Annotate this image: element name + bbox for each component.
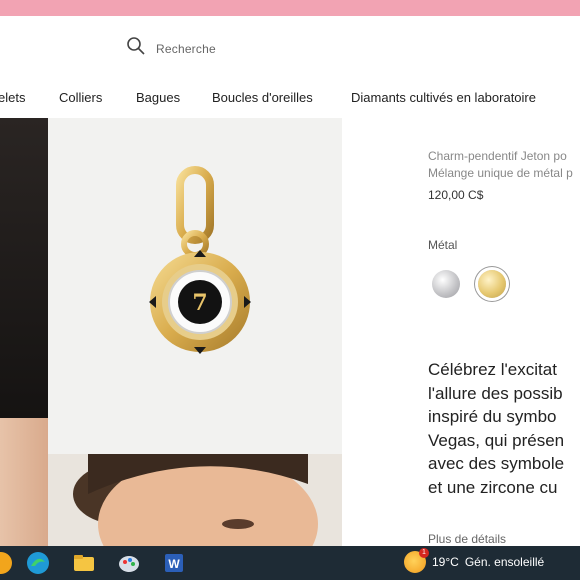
sun-icon: 1 [404,548,429,573]
nav-item-bracelets[interactable]: elets [0,90,25,105]
nav-item-colliers[interactable]: Colliers [59,90,102,105]
metal-swatch-silver[interactable] [432,270,460,298]
product-name-line2: Mélange unique de métal p [428,166,573,180]
site-header: Recherche [0,16,580,74]
file-explorer-icon[interactable] [71,550,97,576]
product-image-model[interactable] [48,454,342,546]
description-line: l'allure des possib [428,383,563,403]
description-line: inspiré du symbo [428,407,557,426]
top-promo-bar [0,0,580,16]
category-nav: elets Colliers Bagues Boucles d'oreilles… [0,84,580,112]
search-icon[interactable] [126,36,146,61]
description-line: avec des symbole [428,454,565,473]
charm-number: 7 [192,290,207,316]
product-name-line1: Charm-pendentif Jeton po [428,149,567,163]
description-line: Vegas, qui présen [428,430,565,450]
product-description: Célébrez l'excitat l'allure des possib i… [428,358,580,499]
metal-swatch-gold[interactable] [478,270,506,298]
windows-start-icon[interactable] [0,550,14,576]
product-price: 120,00 C$ [428,188,484,202]
model-hair [0,118,48,418]
edge-icon[interactable] [25,550,51,576]
weather-condition: Gén. ensoleillé [464,555,545,569]
weather-temp: 19°C [432,555,459,569]
charm-pendant-illustration: 7 [149,166,251,354]
description-line: et une zircone cu [428,477,558,497]
word-icon[interactable]: W [161,550,187,576]
nav-item-bagues[interactable]: Bagues [136,90,180,105]
notification-badge: 1 [419,548,429,558]
metal-label: Métal [428,238,458,252]
nav-item-boucles[interactable]: Boucles d'oreilles [212,90,313,105]
model-skin [0,418,48,546]
product-image-charm[interactable]: 7 [48,118,342,454]
search-box[interactable]: Recherche [126,36,216,61]
paint-icon[interactable] [116,550,142,576]
more-details-link[interactable]: Plus de détails [428,532,506,546]
model-photo-left [0,118,48,546]
product-details-panel: Charm-pendentif Jeton po Mélange unique … [428,118,580,546]
model-face-illustration [73,454,318,546]
svg-text:W: W [168,557,180,571]
description-line: Célébrez l'excitat [428,360,557,379]
nav-item-diamants[interactable]: Diamants cultivés en laboratoire [351,90,536,105]
product-name: Charm-pendentif Jeton po Mélange unique … [428,148,580,182]
weather-widget[interactable]: 1 19°C Gén. ensoleillé [404,548,545,573]
search-placeholder[interactable]: Recherche [156,42,216,56]
windows-taskbar: W 1 19°C Gén. ensoleillé [0,546,580,580]
